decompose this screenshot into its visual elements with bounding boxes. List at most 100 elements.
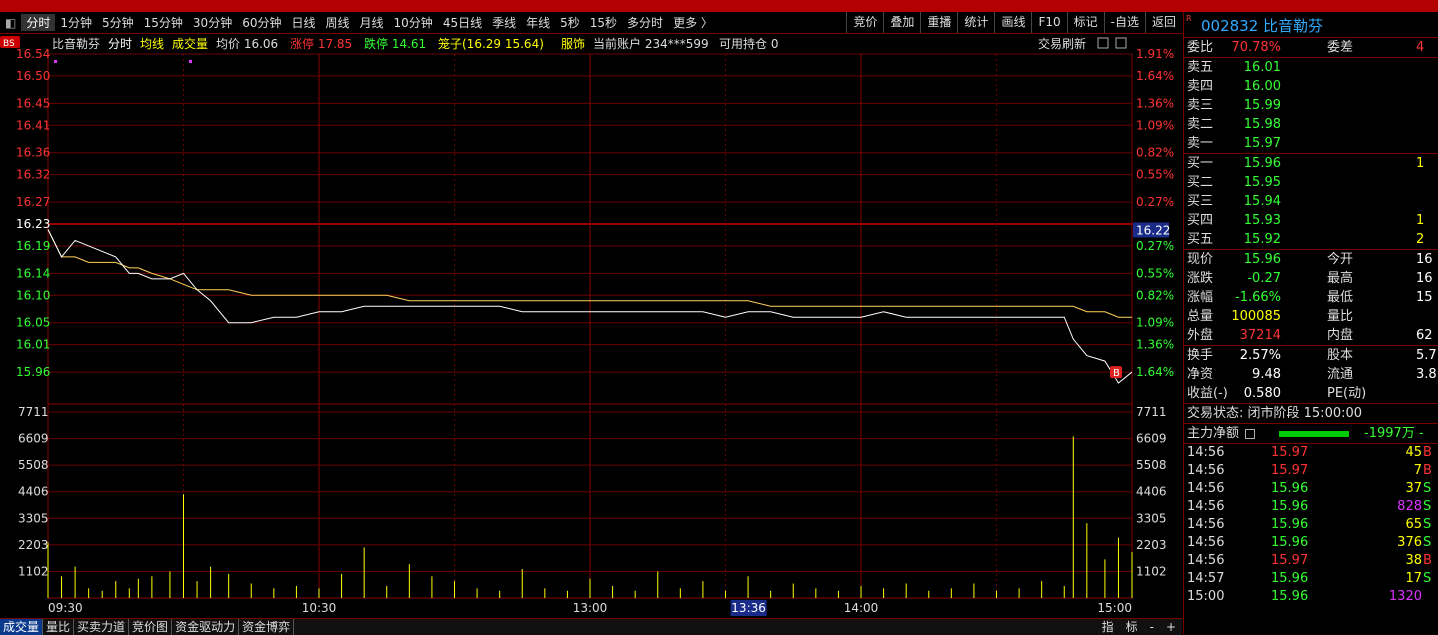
tick-price: 15.96 bbox=[1271, 499, 1309, 514]
stat-value: 15 bbox=[1416, 290, 1433, 305]
tab-timeframe[interactable]: 15秒 bbox=[585, 14, 622, 31]
order-price: 15.99 bbox=[1243, 98, 1281, 113]
sell-order-row[interactable]: 卖二 15.98 bbox=[1184, 115, 1438, 134]
toolbar-button[interactable]: 竞价 bbox=[846, 12, 883, 33]
tab-timeframe[interactable]: 15分钟 bbox=[139, 14, 188, 31]
tick-row: 14:57 15.96 17 S bbox=[1184, 570, 1438, 588]
sell-order-row[interactable]: 卖三 15.99 bbox=[1184, 96, 1438, 115]
toolbar-button[interactable]: F10 bbox=[1031, 12, 1066, 33]
pct-tick-label: 1.36% bbox=[1136, 96, 1174, 110]
indicator-control-button[interactable]: - bbox=[1144, 619, 1160, 635]
toolbar-button[interactable]: 画线 bbox=[994, 12, 1031, 33]
stat-label: 内盘 bbox=[1327, 328, 1354, 343]
sell-order-row[interactable]: 卖四 16.00 bbox=[1184, 77, 1438, 96]
toolbar-right-buttons: 竞价 叠加 重播 统计 画线 F10 标记 -自选 返回 bbox=[846, 12, 1182, 33]
tab-indicator[interactable]: 买卖力道 bbox=[74, 619, 130, 635]
indicator-control-button[interactable]: 标 bbox=[1120, 619, 1144, 635]
sell-order-row[interactable]: 卖五 16.01 bbox=[1184, 58, 1438, 77]
buy-order-row[interactable]: 买五 15.92 2 bbox=[1184, 230, 1438, 249]
event-marker bbox=[189, 60, 192, 63]
tab-timeframe[interactable]: 5秒 bbox=[555, 14, 585, 31]
tab-timeframe[interactable]: 周线 bbox=[321, 14, 355, 31]
price-tick-label: 16.19 bbox=[16, 239, 50, 253]
order-level-label: 卖一 bbox=[1187, 136, 1214, 151]
buy-order-row[interactable]: 买三 15.94 bbox=[1184, 192, 1438, 211]
intraday-chart[interactable]: 比音勒芬 分时 均线 成交量 均价 16.06 涨停 17.85 跌停 14.61 笼子(16… bbox=[0, 34, 1182, 618]
toolbar-button[interactable]: 标记 bbox=[1066, 12, 1104, 33]
tab-indicator[interactable]: 竞价图 bbox=[129, 619, 173, 635]
buy-marker-label: B bbox=[1113, 368, 1120, 379]
info-stock-name: 比音勒芬 bbox=[52, 36, 100, 51]
tab-indicator[interactable]: 量比 bbox=[43, 619, 75, 635]
info-tag: 成交量 bbox=[172, 36, 208, 51]
stat-label: 最高 bbox=[1327, 271, 1354, 286]
indicator-control-button[interactable]: + bbox=[1160, 619, 1182, 635]
order-volume: 1 bbox=[1416, 213, 1425, 228]
tick-side: S bbox=[1423, 481, 1432, 496]
bs-badge-label: BS bbox=[3, 39, 15, 49]
tab-timeframe[interactable]: 多分时 bbox=[622, 14, 668, 31]
toolbar-button[interactable]: 统计 bbox=[957, 12, 994, 33]
pct-tick-label: 1.09% bbox=[1136, 118, 1174, 132]
timeframe-tabs: 分时 1分钟 5分钟 15分钟 30分钟 60分钟 日线 周线 月线 10分钟 45日线 季线 年线 5秒… bbox=[21, 14, 718, 31]
buy-order-row[interactable]: 买二 15.95 bbox=[1184, 173, 1438, 192]
tab-timeframe[interactable]: 分时 bbox=[21, 14, 56, 31]
price-tick-label: 16.05 bbox=[16, 316, 50, 330]
stat-row: 净资 9.48 流通 3.8 bbox=[1184, 365, 1438, 384]
price-tick-label: 16.32 bbox=[16, 168, 50, 182]
tab-timeframe[interactable]: 60分钟 bbox=[237, 14, 286, 31]
info-tag: 均线 bbox=[140, 37, 164, 51]
tick-volume: 17 bbox=[1405, 571, 1422, 586]
tab-timeframe[interactable]: 10分钟 bbox=[389, 14, 438, 31]
top-menu-bar bbox=[0, 0, 1438, 12]
quote-stats-2: 换手 2.57% 股本 5.7 净资 9.48 流通 3.8 收益(-) 0.580 PE(动) bbox=[1184, 346, 1438, 403]
sell-order-row[interactable]: 卖一 15.97 bbox=[1184, 134, 1438, 153]
stat-value: -1.66% bbox=[1235, 290, 1281, 305]
tick-volume: 38 bbox=[1405, 553, 1422, 568]
tab-timeframe[interactable]: 季线 bbox=[487, 14, 521, 31]
tick-row: 14:56 15.96 65 S bbox=[1184, 516, 1438, 534]
tick-price: 15.97 bbox=[1271, 463, 1309, 478]
weibi-value: 70.78% bbox=[1231, 40, 1281, 55]
expand-icon[interactable] bbox=[1245, 428, 1256, 439]
toolbar-button[interactable]: -自选 bbox=[1103, 12, 1145, 33]
tick-volume: 37 bbox=[1405, 481, 1422, 496]
info-account: 当前账户 234***599 bbox=[593, 36, 709, 51]
toolbar-button[interactable]: 重播 bbox=[920, 12, 957, 33]
tab-indicator[interactable]: 资金驱动力 bbox=[172, 619, 240, 635]
tick-time: 14:56 bbox=[1187, 535, 1225, 550]
sidebar-toggle-icon[interactable]: ◧ bbox=[0, 16, 21, 30]
tab-timeframe[interactable]: 更多 〉 bbox=[668, 14, 718, 31]
order-level-label: 买三 bbox=[1187, 194, 1214, 209]
indicator-control-button[interactable]: 指 bbox=[1096, 619, 1120, 635]
quote-stats: 现价 15.96 今开 16 涨跌 -0.27 最高 16 涨幅 -1.66% 最低 15 总量 1000… bbox=[1184, 250, 1438, 345]
buy-order-row[interactable]: 买一 15.96 1 bbox=[1184, 154, 1438, 173]
tab-timeframe[interactable]: 5分钟 bbox=[97, 14, 139, 31]
tick-time: 14:56 bbox=[1187, 445, 1225, 460]
period-toolbar: ◧ 分时 1分钟 5分钟 15分钟 30分钟 60分钟 日线 周线 月线 10分钟 45日线 季线 年线… bbox=[0, 12, 1182, 34]
tick-row: 14:56 15.96 828 S bbox=[1184, 498, 1438, 516]
tab-timeframe[interactable]: 年线 bbox=[521, 14, 555, 31]
tick-side: B bbox=[1423, 553, 1432, 568]
chart-svg[interactable]: 比音勒芬 分时 均线 成交量 均价 16.06 涨停 17.85 跌停 14.61 笼子(16… bbox=[0, 34, 1182, 618]
buy-order-row[interactable]: 买四 15.93 1 bbox=[1184, 211, 1438, 230]
tab-timeframe[interactable]: 日线 bbox=[286, 14, 320, 31]
tab-indicator[interactable]: 成交量 bbox=[0, 619, 44, 635]
tab-timeframe[interactable]: 30分钟 bbox=[188, 14, 237, 31]
price-tick-label: 16.36 bbox=[16, 146, 50, 160]
volume-tick-label: 6609 bbox=[18, 432, 49, 446]
tab-timeframe[interactable]: 45日线 bbox=[438, 14, 487, 31]
toolbar-button[interactable]: 叠加 bbox=[883, 12, 920, 33]
tab-indicator[interactable]: 资金博弈 bbox=[239, 619, 295, 635]
tab-timeframe[interactable]: 月线 bbox=[355, 14, 389, 31]
info-tag: 分时 bbox=[108, 37, 132, 51]
tick-time: 14:56 bbox=[1187, 553, 1225, 568]
tick-list[interactable]: 14:56 15.97 45 B 14:56 15.97 7 B 14:56 15.96 37 S 14… bbox=[1184, 444, 1438, 606]
toolbar-button[interactable]: 返回 bbox=[1144, 12, 1182, 33]
tick-time: 14:56 bbox=[1187, 463, 1225, 478]
order-level-label: 卖五 bbox=[1187, 60, 1214, 75]
stat-label: 换手 bbox=[1187, 348, 1214, 363]
tab-timeframe[interactable]: 1分钟 bbox=[55, 14, 97, 31]
stat-value: 37214 bbox=[1239, 328, 1281, 343]
stock-code-name[interactable]: 002832 比音勒芬 bbox=[1201, 15, 1323, 36]
